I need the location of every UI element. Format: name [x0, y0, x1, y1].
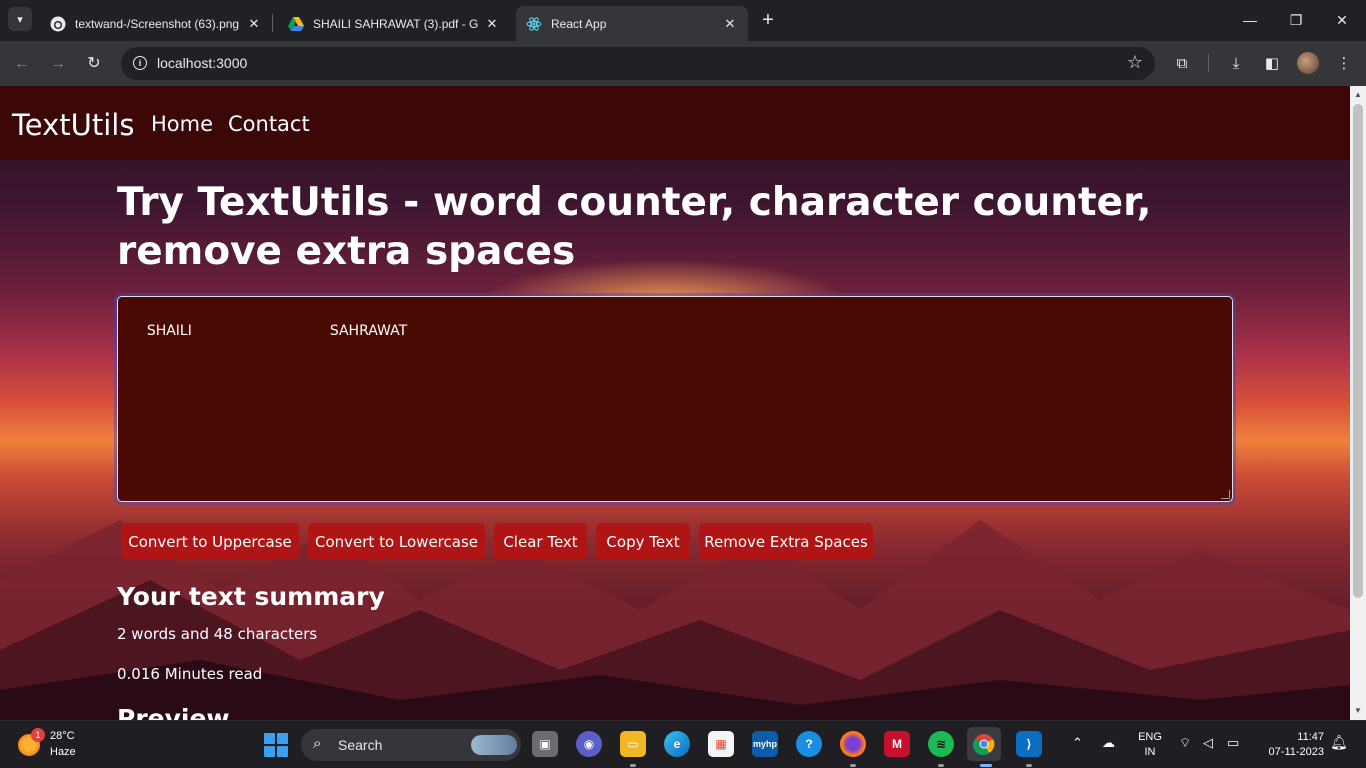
mcafee-icon[interactable]: M [884, 731, 910, 757]
react-icon [526, 16, 542, 32]
close-icon[interactable]: ✕ [246, 16, 262, 32]
running-indicator [850, 764, 856, 767]
running-indicator [1026, 764, 1032, 767]
scroll-down-arrow-icon[interactable]: ▼ [1350, 704, 1366, 718]
firefox-icon[interactable] [840, 731, 866, 757]
teams-chat-icon[interactable]: ◉ [576, 731, 602, 757]
myhp-icon[interactable]: myhp [752, 731, 778, 757]
running-indicator [630, 764, 636, 767]
summary-heading: Your text summary [117, 582, 385, 611]
address-bar[interactable]: i localhost:3000 ☆ [121, 47, 1155, 80]
download-icon[interactable]: ⤓ [1225, 53, 1247, 75]
battery-icon[interactable]: ▭ [1227, 735, 1239, 751]
task-view-icon[interactable]: ▣ [532, 731, 558, 757]
spotify-icon[interactable]: ≋ [928, 731, 954, 757]
microsoft-store-icon[interactable]: ▦ [708, 731, 734, 757]
region-code: IN [1144, 746, 1156, 758]
search-highlight-image [471, 735, 517, 755]
page-scrollbar[interactable]: ▲ ▼ [1350, 86, 1366, 720]
browser-toolbar: ← → ↻ i localhost:3000 ☆ ⧉ ⤓ ◧ ⋮ [0, 41, 1366, 86]
scroll-up-arrow-icon[interactable]: ▲ [1350, 88, 1366, 102]
clock-time: 11:47 [1297, 731, 1324, 743]
weather-badge: 1 [31, 728, 45, 742]
google-drive-icon [288, 16, 304, 32]
chrome-icon[interactable] [967, 727, 1001, 761]
brand-logo-text[interactable]: TextUtils [12, 108, 134, 142]
github-icon [50, 16, 66, 32]
language-indicator[interactable]: ENG IN [1138, 730, 1162, 760]
back-arrow-icon[interactable]: ← [11, 53, 33, 75]
tab-title: React App [551, 16, 607, 31]
page-heading: Try TextUtils - word counter, character … [117, 180, 1152, 274]
remove-extra-spaces-button[interactable]: Remove Extra Spaces [699, 523, 873, 560]
convert-lowercase-button[interactable]: Convert to Lowercase [308, 523, 485, 560]
running-indicator [938, 764, 944, 767]
url-text[interactable]: localhost:3000 [157, 55, 247, 71]
new-tab-button[interactable]: + [758, 9, 778, 31]
restore-icon[interactable]: ❐ [1282, 8, 1310, 32]
tab-github[interactable]: textwand-/Screenshot (63).png ✕ [40, 6, 272, 41]
menu-kebab-icon[interactable]: ⋮ [1333, 53, 1355, 75]
resize-handle-icon[interactable] [1221, 490, 1230, 499]
close-icon[interactable]: ✕ [722, 16, 738, 32]
clock-date: 07-11-2023 [1268, 746, 1324, 758]
copy-text-button[interactable]: Copy Text [596, 523, 690, 560]
weather-condition[interactable]: Haze [50, 746, 76, 758]
side-panel-icon[interactable]: ◧ [1261, 53, 1283, 75]
app-navbar: TextUtils Home Contact [0, 86, 1350, 160]
page-viewport: TextUtils Home Contact Try TextUtils - w… [0, 86, 1350, 720]
file-explorer-icon[interactable]: ▭ [620, 731, 646, 757]
textarea-value: SHAILI SAHRAWAT [146, 323, 408, 339]
nav-contact-link[interactable]: Contact [228, 112, 310, 136]
window-close-icon[interactable]: ✕ [1328, 8, 1356, 32]
toolbar-divider [1208, 54, 1209, 72]
chevron-down-icon: ▾ [17, 13, 23, 26]
taskbar-search-label: Search [338, 737, 383, 753]
notification-bell-icon[interactable]: 🔔︎ [1330, 734, 1348, 751]
tab-title: textwand-/Screenshot (63).png [75, 16, 240, 31]
browser-tab-strip: ▾ textwand-/Screenshot (63).png ✕ SHAILI… [0, 0, 1366, 41]
windows-start-icon[interactable] [264, 733, 288, 757]
profile-avatar[interactable] [1297, 52, 1319, 74]
show-hidden-icons-chevron-icon[interactable]: ⌃ [1072, 735, 1083, 751]
extensions-icon[interactable]: ⧉ [1171, 53, 1193, 75]
system-clock[interactable]: 11:47 07-11-2023 [1258, 730, 1324, 760]
clear-text-button[interactable]: Clear Text [494, 523, 587, 560]
edge-browser-icon[interactable]: e [664, 731, 690, 757]
vscode-icon[interactable]: ⟩ [1016, 731, 1042, 757]
minimize-icon[interactable]: — [1236, 8, 1264, 32]
close-icon[interactable]: ✕ [484, 16, 500, 32]
forward-arrow-icon[interactable]: → [47, 53, 69, 75]
tab-separator [272, 14, 273, 32]
site-info-icon[interactable]: i [133, 56, 147, 70]
active-indicator [980, 764, 992, 767]
weather-temperature[interactable]: 28°C [50, 730, 75, 742]
search-icon: ⌕ [313, 735, 322, 752]
language-code: ENG [1138, 731, 1162, 743]
volume-icon[interactable]: ◁ [1203, 735, 1213, 751]
scrollbar-thumb[interactable] [1353, 104, 1363, 598]
reading-time: 0.016 Minutes read [117, 665, 263, 683]
tab-react-app[interactable]: React App ✕ [516, 6, 748, 41]
help-icon[interactable]: ? [796, 731, 822, 757]
tab-title: SHAILI SAHRAWAT (3).pdf - Go [313, 16, 478, 31]
reload-icon[interactable]: ↻ [83, 53, 105, 75]
convert-uppercase-button[interactable]: Convert to Uppercase [121, 523, 299, 560]
wifi-icon[interactable]: ⌔ [1179, 735, 1191, 751]
windows-taskbar: 1 28°C Haze ⌕ Search ▣ ◉ ▭ e ▦ myhp ? M … [0, 720, 1366, 768]
taskbar-search-box[interactable]: ⌕ Search [301, 729, 521, 761]
bookmark-star-icon[interactable]: ☆ [1127, 52, 1143, 73]
tab-search-button[interactable]: ▾ [8, 7, 32, 31]
nav-home-link[interactable]: Home [151, 112, 213, 136]
word-char-count: 2 words and 48 characters [117, 625, 318, 643]
text-input-area[interactable]: SHAILI SAHRAWAT [117, 296, 1233, 502]
onedrive-cloud-icon[interactable]: ☁ [1102, 735, 1115, 751]
preview-heading: Preview [117, 704, 230, 720]
tab-google-drive[interactable]: SHAILI SAHRAWAT (3).pdf - Go ✕ [278, 6, 510, 41]
